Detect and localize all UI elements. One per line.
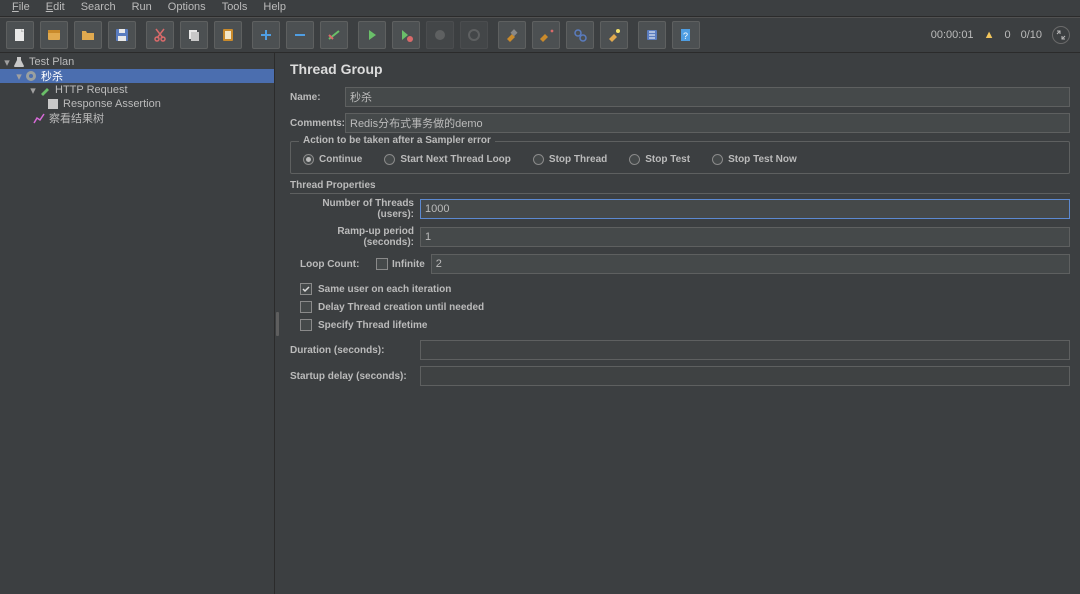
remove-button[interactable] bbox=[286, 21, 314, 49]
startup-delay-label: Startup delay (seconds): bbox=[290, 371, 420, 382]
reset-search-button[interactable] bbox=[600, 21, 628, 49]
radio-start-next[interactable]: Start Next Thread Loop bbox=[384, 154, 511, 165]
split-divider[interactable] bbox=[275, 53, 280, 594]
sampler-error-fieldset: Action to be taken after a Sampler error… bbox=[290, 141, 1070, 174]
toggle-button[interactable] bbox=[320, 21, 348, 49]
loop-count-label: Loop Count: bbox=[300, 259, 370, 270]
paste-button[interactable] bbox=[214, 21, 242, 49]
tree-response-assertion[interactable]: Response Assertion bbox=[0, 97, 274, 111]
menu-help[interactable]: Help bbox=[255, 0, 294, 16]
menu-tools[interactable]: Tools bbox=[214, 0, 256, 16]
clear-button[interactable] bbox=[498, 21, 526, 49]
menu-run[interactable]: Run bbox=[124, 0, 160, 16]
flask-icon bbox=[12, 55, 26, 69]
tree-test-plan[interactable]: ▾ Test Plan bbox=[0, 55, 274, 69]
clear-all-button[interactable] bbox=[532, 21, 560, 49]
panel-title: Thread Group bbox=[290, 61, 1070, 77]
shutdown-button[interactable] bbox=[460, 21, 488, 49]
save-button[interactable] bbox=[108, 21, 136, 49]
twisty-icon[interactable]: ▾ bbox=[28, 84, 38, 97]
num-threads-label: Number of Threads (users): bbox=[300, 198, 420, 220]
num-threads-input[interactable] bbox=[420, 199, 1070, 219]
ramp-up-input[interactable] bbox=[420, 227, 1070, 247]
duration-label: Duration (seconds): bbox=[290, 345, 420, 356]
pipette-icon bbox=[38, 83, 52, 97]
grip-icon bbox=[276, 312, 279, 336]
radio-stop-test-now[interactable]: Stop Test Now bbox=[712, 154, 797, 165]
loop-count-input[interactable] bbox=[431, 254, 1070, 274]
duration-input bbox=[420, 340, 1070, 360]
menu-search[interactable]: Search bbox=[73, 0, 124, 16]
toolbar: ? 00:00:01 ▲ 0 0/10 bbox=[0, 17, 1080, 53]
comments-label: Comments: bbox=[290, 118, 345, 129]
new-button[interactable] bbox=[6, 21, 34, 49]
editor-panel: Thread Group Name: Comments: Action to b… bbox=[280, 53, 1080, 594]
start-no-pause-button[interactable] bbox=[392, 21, 420, 49]
warning-icon[interactable]: ▲ bbox=[984, 29, 995, 41]
twisty-icon[interactable]: ▾ bbox=[14, 70, 24, 83]
add-button[interactable] bbox=[252, 21, 280, 49]
comments-input[interactable] bbox=[345, 113, 1070, 133]
same-user-checkbox[interactable]: Same user on each iteration bbox=[300, 280, 1070, 298]
menubar: File Edit Search Run Options Tools Help bbox=[0, 0, 1080, 17]
delay-create-checkbox[interactable]: Delay Thread creation until needed bbox=[300, 298, 1070, 316]
function-helper-button[interactable] bbox=[638, 21, 666, 49]
assertion-icon bbox=[46, 97, 60, 111]
specify-lifetime-checkbox[interactable]: Specify Thread lifetime bbox=[300, 316, 1070, 334]
tree-thread-group[interactable]: ▾ 秒杀 bbox=[0, 69, 274, 83]
open-button[interactable] bbox=[74, 21, 102, 49]
templates-button[interactable] bbox=[40, 21, 68, 49]
twisty-icon[interactable]: ▾ bbox=[2, 56, 12, 69]
test-tree[interactable]: ▾ Test Plan ▾ 秒杀 ▾ HTTP Request Response… bbox=[0, 53, 275, 594]
tree-http-request[interactable]: ▾ HTTP Request bbox=[0, 83, 274, 97]
ramp-up-label: Ramp-up period (seconds): bbox=[300, 226, 420, 248]
menu-file[interactable]: File bbox=[4, 0, 38, 16]
start-button[interactable] bbox=[358, 21, 386, 49]
menu-options[interactable]: Options bbox=[160, 0, 214, 16]
tree-result-tree[interactable]: 察看结果树 bbox=[0, 111, 274, 125]
radio-continue[interactable]: Continue bbox=[303, 154, 362, 165]
menu-edit[interactable]: Edit bbox=[38, 0, 73, 16]
stop-button[interactable] bbox=[426, 21, 454, 49]
search-button[interactable] bbox=[566, 21, 594, 49]
thread-ratio: 0/10 bbox=[1021, 29, 1042, 41]
cut-button[interactable] bbox=[146, 21, 174, 49]
warn-count: 0 bbox=[1004, 29, 1010, 41]
gear-icon bbox=[24, 69, 38, 83]
expand-icon[interactable] bbox=[1052, 26, 1070, 44]
copy-button[interactable] bbox=[180, 21, 208, 49]
radio-stop-thread[interactable]: Stop Thread bbox=[533, 154, 607, 165]
infinite-checkbox[interactable]: Infinite bbox=[376, 255, 425, 273]
startup-delay-input bbox=[420, 366, 1070, 386]
elapsed-time: 00:00:01 bbox=[931, 29, 974, 41]
radio-stop-test[interactable]: Stop Test bbox=[629, 154, 690, 165]
sampler-error-legend: Action to be taken after a Sampler error bbox=[299, 135, 495, 146]
chart-icon bbox=[32, 111, 46, 125]
help-button[interactable]: ? bbox=[672, 21, 700, 49]
svg-text:?: ? bbox=[683, 31, 688, 41]
name-label: Name: bbox=[290, 92, 345, 103]
name-input[interactable] bbox=[345, 87, 1070, 107]
thread-props-header: Thread Properties bbox=[290, 180, 1070, 194]
